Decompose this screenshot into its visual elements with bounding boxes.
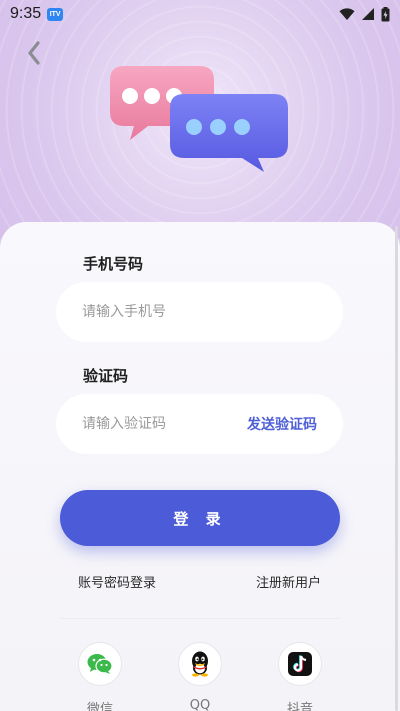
phone-input[interactable] xyxy=(82,304,317,320)
phone-input-box[interactable] xyxy=(56,282,343,342)
social-wechat[interactable]: 微信 xyxy=(78,642,122,711)
status-bar: 9:35 ITV xyxy=(0,0,400,28)
qq-button[interactable] xyxy=(178,642,222,686)
code-input[interactable] xyxy=(82,416,247,432)
password-login-link[interactable]: 账号密码登录 xyxy=(78,572,156,591)
wechat-button[interactable] xyxy=(78,642,122,686)
status-time: 9:35 xyxy=(10,5,42,22)
douyin-label: 抖音 xyxy=(286,702,313,711)
qq-label: QQ xyxy=(189,698,211,711)
wifi-icon xyxy=(339,7,355,20)
login-button[interactable]: 登 录 xyxy=(60,490,340,546)
wechat-icon xyxy=(87,654,113,674)
send-code-button[interactable]: 发送验证码 xyxy=(247,414,317,434)
status-icons xyxy=(339,6,390,22)
chat-bubbles-illustration xyxy=(110,66,288,172)
code-label: 验证码 xyxy=(83,367,129,385)
social-douyin[interactable]: 抖音 xyxy=(278,642,322,711)
code-input-box[interactable]: 发送验证码 xyxy=(56,394,343,454)
scrollbar[interactable] xyxy=(395,226,398,711)
chevron-left-icon xyxy=(28,41,40,65)
wechat-label: 微信 xyxy=(86,702,113,711)
qq-icon xyxy=(192,651,208,677)
douyin-icon xyxy=(288,652,312,676)
phone-label: 手机号码 xyxy=(83,255,144,273)
itv-badge: ITV xyxy=(47,7,64,21)
social-qq[interactable]: QQ xyxy=(178,642,222,711)
douyin-button[interactable] xyxy=(278,642,322,686)
divider xyxy=(60,618,340,619)
register-link[interactable]: 注册新用户 xyxy=(256,572,321,591)
back-button[interactable] xyxy=(22,38,46,68)
signal-icon xyxy=(362,8,374,20)
battery-icon xyxy=(381,6,390,21)
